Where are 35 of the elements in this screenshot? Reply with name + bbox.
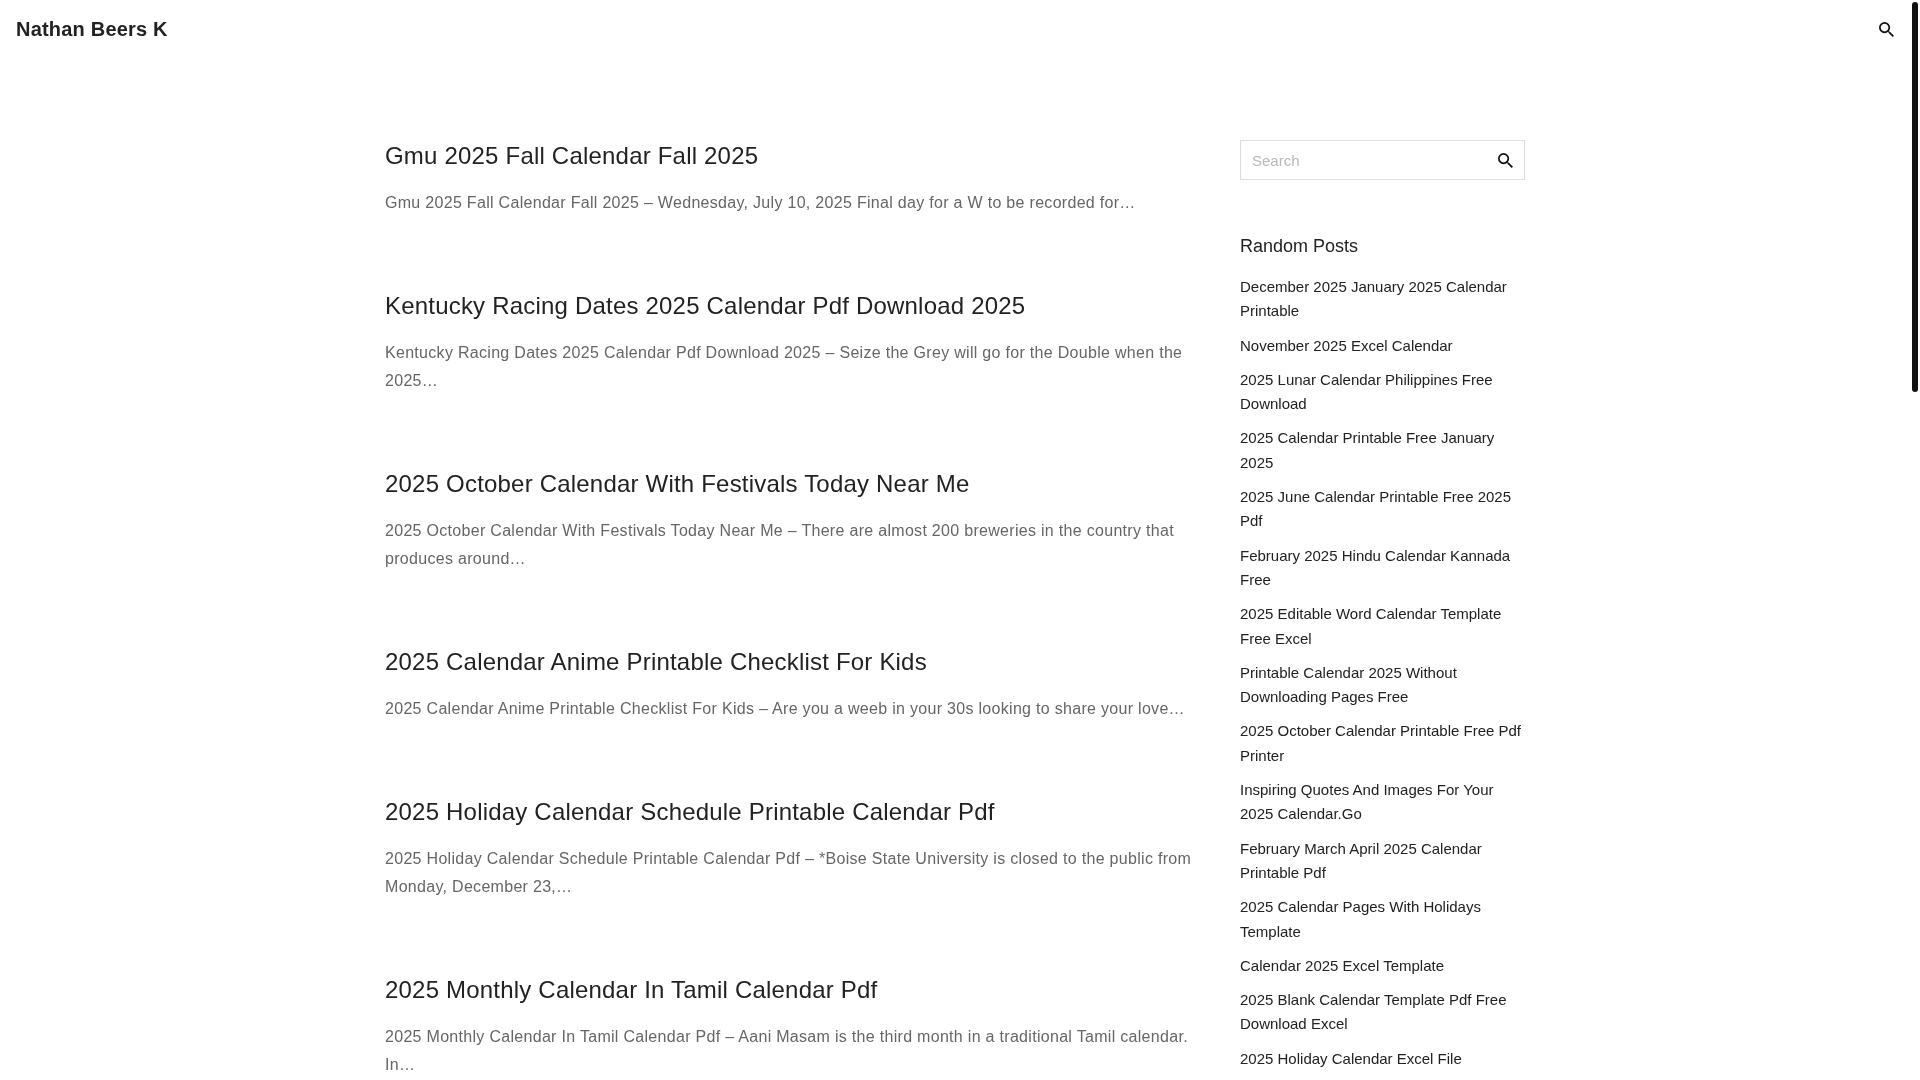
post-link[interactable]: 2025 Holiday Calendar Excel File xyxy=(1240,1046,1525,1071)
post-title[interactable]: 2025 Holiday Calendar Schedule Printable Calendar Pdf xyxy=(385,798,995,825)
post-link[interactable]: 2025 October Calendar Printable Free Pdf Printer xyxy=(1240,719,1525,769)
search-icon xyxy=(1497,152,1513,168)
post-link[interactable]: Inspiring Quotes And Images For Your 2025 Calendar.Go xyxy=(1240,778,1525,827)
post-title[interactable]: 2025 Calendar Anime Printable Checklist For Kids xyxy=(385,648,927,675)
post-link[interactable]: 2025 Calendar Printable Free January 2025 xyxy=(1240,426,1525,476)
post-link[interactable]: February March April 2025 Calendar Printable Pdf xyxy=(1240,836,1525,886)
post-excerpt: 2025 Calendar Anime Printable Checklist For Kids – Are you a weeb in your 30s looking to share your love… xyxy=(385,699,1186,719)
search-button[interactable] xyxy=(1497,152,1513,168)
search-field[interactable]: Search xyxy=(1240,140,1525,180)
post-title[interactable]: Gmu 2025 Fall Calendar Fall 2025 xyxy=(385,142,759,169)
post-link[interactable]: Printable Calendar 2025 Without Downloading Pages Free xyxy=(1240,660,1525,710)
search-icon xyxy=(1878,21,1894,37)
post-title[interactable]: Kentucky Racing Dates 2025 Calendar Pdf Download 2025 xyxy=(385,292,1026,319)
post-link[interactable]: 2025 Blank Calendar Template Pdf Free Download Excel xyxy=(1240,988,1525,1037)
post-excerpt: 2025 Holiday Calendar Schedule Printable Calendar Pdf – *Boise State University is closed to the public from Monday, December 23,… xyxy=(385,849,1193,897)
post-link[interactable]: December 2025 January 2025 Calendar Printable xyxy=(1240,275,1525,324)
search-button[interactable] xyxy=(1878,21,1894,37)
post-excerpt: Gmu 2025 Fall Calendar Fall 2025 – Wednesday, July 10, 2025 Final day for a W to be recorded for… xyxy=(385,193,1137,213)
scrollbar-thumb[interactable] xyxy=(1912,2,1918,392)
post-link[interactable]: November 2025 Excel Calendar xyxy=(1240,333,1525,358)
post-link[interactable]: Calendar 2025 Excel Template xyxy=(1240,953,1525,979)
widget-heading: Random Posts xyxy=(1240,235,1360,258)
post-link[interactable]: 2025 June Calendar Printable Free 2025 Pdf xyxy=(1240,485,1525,534)
post-excerpt: Kentucky Racing Dates 2025 Calendar Pdf Download 2025 – Seize the Grey will go for the Double when the 2025… xyxy=(385,343,1184,391)
post-title[interactable]: 2025 Monthly Calendar In Tamil Calendar Pdf xyxy=(385,976,878,1003)
post-excerpt: 2025 Monthly Calendar In Tamil Calendar Pdf – Aani Masam is the third month in a traditional Tamil calendar. In… xyxy=(385,1027,1189,1075)
post-link[interactable]: February 2025 Hindu Calendar Kannada Free xyxy=(1240,543,1525,593)
post-title[interactable]: 2025 October Calendar With Festivals Today Near Me xyxy=(385,470,970,497)
post-link[interactable]: 2025 Calendar Pages With Holidays Template xyxy=(1240,895,1525,944)
post-link[interactable]: 2025 Editable Word Calendar Template Free Excel xyxy=(1240,602,1525,651)
post-link[interactable]: 2025 Lunar Calendar Philippines Free Download xyxy=(1240,367,1525,417)
site-title[interactable]: Nathan Beers K xyxy=(16,17,168,41)
post-excerpt: 2025 October Calendar With Festivals Today Near Me – There are almost 200 breweries in the country that produces around… xyxy=(385,521,1175,569)
